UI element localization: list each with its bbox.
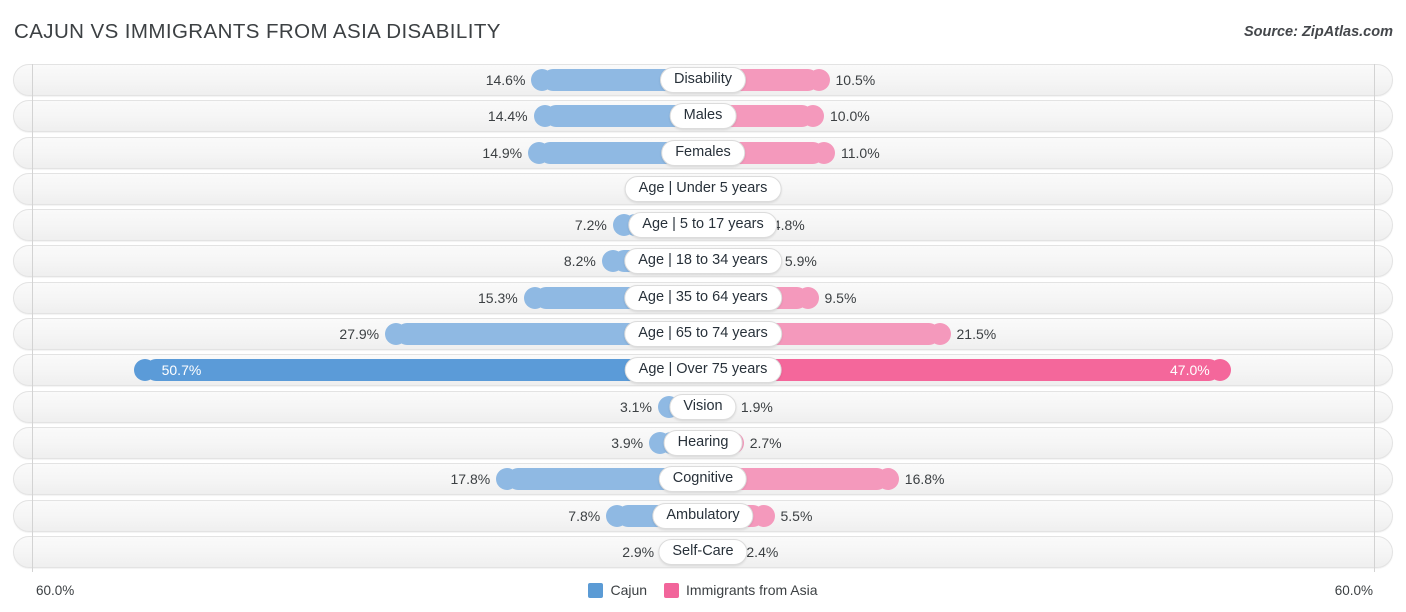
table-row[interactable]: 3.9% 2.7% Hearing [13,426,1393,459]
source-label: Source: ZipAtlas.com [1243,24,1393,40]
row-label-pill: Vision [669,393,737,420]
value-label-right: 47.0% [1170,362,1210,379]
table-row[interactable]: 7.2% 4.8% Age | 5 to 17 years [13,209,1393,242]
row-label-pill: Age | 5 to 17 years [628,212,778,239]
value-label-left: 14.6% [485,72,526,88]
legend-label: Immigrants from Asia [686,582,818,598]
row-label-pill: Age | 65 to 74 years [624,321,782,348]
value-label-left: 7.2% [574,217,607,234]
chart-page: CAJUN VS IMMIGRANTS FROM ASIA DISABILITY… [0,0,1406,612]
value-label-right: 11.0% [841,144,880,161]
row-label-pill: Age | Under 5 years [624,175,782,202]
value-label-right: 2.4% [746,543,779,560]
row-label-pill: Disability [659,67,747,93]
value-label-right: 5.5% [780,507,813,524]
table-row[interactable]: 27.9% 21.5% Age | 65 to 74 years [13,318,1393,351]
value-label-right: 4.8% [772,217,805,234]
row-label-pill: Age | Over 75 years [624,357,782,384]
chart-rows: 14.6% 10.5% Disability 14.4% 10.0% Males 14.9%… [0,64,1406,568]
value-label-left: 27.9% [339,326,380,343]
legend-swatch-icon [588,582,604,598]
value-label-left: 15.3% [478,289,518,306]
table-row[interactable]: 2.9% 2.4% Self-Care [13,535,1393,568]
value-label-left: 17.8% [450,471,491,488]
value-label-right: 21.5% [956,326,997,343]
value-label-right: 9.5% [824,289,857,306]
value-label-right: 2.7% [749,434,782,451]
row-label-pill: Hearing [663,429,743,456]
row-label-pill: Age | 18 to 34 years [624,248,782,275]
value-label-left: 3.1% [619,398,652,415]
table-row[interactable]: 8.2% 5.9% Age | 18 to 34 years [13,245,1393,278]
legend-item[interactable]: Cajun [588,582,647,598]
table-row[interactable]: 15.3% 9.5% Age | 35 to 64 years [13,281,1393,314]
row-label-pill: Males [669,103,737,130]
table-row[interactable]: 14.9% 11.0% Females [13,136,1393,169]
bar-left-cajun [134,359,703,382]
table-row[interactable]: 50.7% 47.0% Age | Over 75 years [13,354,1393,387]
value-label-left: 2.9% [622,543,655,560]
table-row[interactable]: 3.1% 1.9% Vision [13,390,1393,423]
chart-legend: Cajun Immigrants from Asia [0,582,1406,598]
value-label-right: 10.0% [830,108,870,125]
row-label-pill: Self-Care [658,538,748,565]
value-label-right: 16.8% [904,471,945,488]
table-row[interactable]: 1.6%1.1%Age | Under 5 years [13,172,1393,205]
chart-area: 14.6% 10.5% Disability 14.4% 10.0% Males 14.9%… [0,64,1406,572]
value-label-left: 14.4% [487,108,528,125]
table-row[interactable]: 7.8% 5.5% Ambulatory [13,499,1393,532]
row-label-pill: Age | 35 to 64 years [624,284,782,311]
chart-footer: 60.0% 60.0% Cajun Immigrants from Asia [0,572,1406,612]
value-label-right: 1.9% [740,398,773,415]
value-label-right: 10.5% [835,72,876,88]
legend-label: Cajun [610,582,648,598]
legend-item[interactable]: Immigrants from Asia [664,582,818,598]
table-row[interactable]: 17.8% 16.8% Cognitive [13,463,1393,496]
table-row[interactable]: 14.4% 10.0% Males [13,100,1393,133]
value-label-left: 7.8% [568,507,601,524]
value-label-left: 8.2% [563,253,596,270]
page-title: CAJUN VS IMMIGRANTS FROM ASIA DISABILITY [14,20,501,43]
row-label-pill: Females [661,139,745,166]
value-label-left: 50.7% [161,362,202,379]
value-label-left: 14.9% [482,144,523,161]
value-label-right: 5.9% [784,253,817,270]
legend-swatch-icon [664,582,680,598]
row-label-pill: Ambulatory [652,502,754,529]
value-label-left: 3.9% [611,434,644,451]
table-row[interactable]: 14.6% 10.5% Disability [13,64,1393,96]
row-label-pill: Cognitive [658,466,748,493]
